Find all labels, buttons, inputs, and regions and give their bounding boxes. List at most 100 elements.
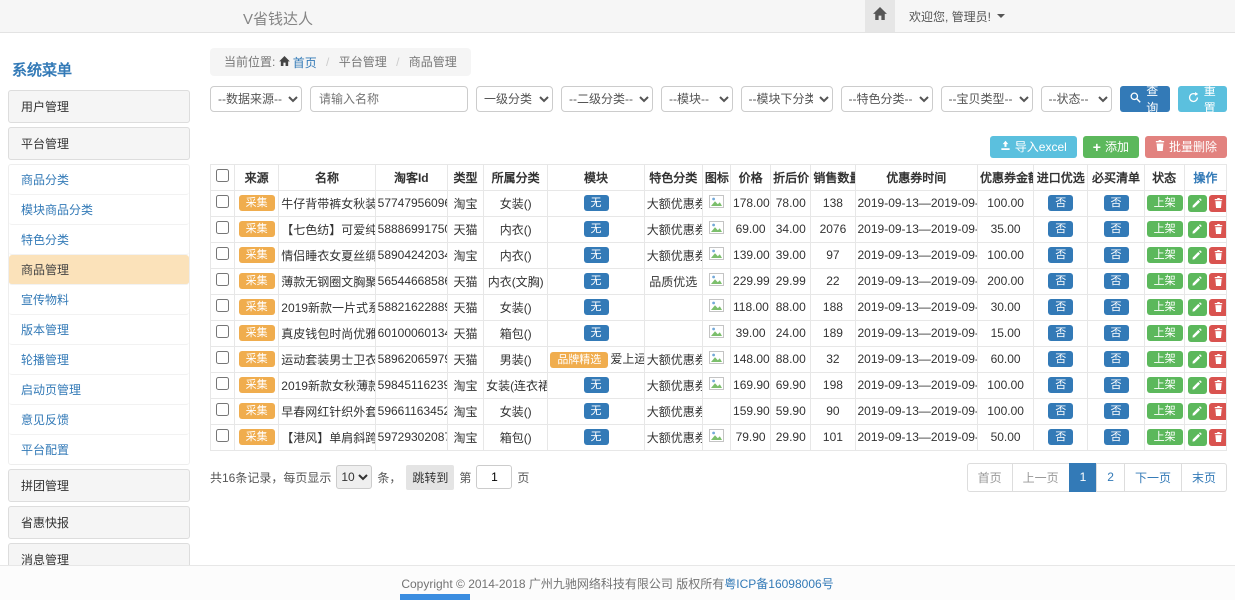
module-select[interactable]: --模块-- — [661, 86, 733, 112]
pager-button[interactable]: 1 — [1069, 463, 1098, 492]
sidebar-sub-item[interactable]: 平台配置 — [9, 435, 189, 464]
import-excel-button[interactable]: 导入excel — [990, 136, 1077, 158]
delete-button[interactable] — [1209, 273, 1227, 290]
must-buy-badge[interactable]: 否 — [1104, 351, 1129, 367]
must-buy-badge[interactable]: 否 — [1104, 403, 1129, 419]
status-badge[interactable]: 上架 — [1147, 351, 1183, 367]
sidebar-group-item[interactable]: 平台管理 — [8, 127, 190, 160]
row-checkbox[interactable] — [216, 299, 229, 312]
add-button[interactable]: + 添加 — [1083, 136, 1139, 158]
per-page-select[interactable]: 10 — [336, 465, 372, 489]
import-select-badge[interactable]: 否 — [1048, 325, 1073, 341]
import-select-badge[interactable]: 否 — [1048, 429, 1073, 445]
edit-button[interactable] — [1188, 429, 1207, 446]
must-buy-badge[interactable]: 否 — [1104, 299, 1129, 315]
edit-button[interactable] — [1188, 273, 1207, 290]
user-menu[interactable]: 欢迎您, 管理员! — [909, 8, 1005, 25]
search-button[interactable]: 查询 — [1120, 86, 1170, 112]
row-checkbox[interactable] — [216, 221, 229, 234]
edit-button[interactable] — [1188, 221, 1207, 238]
status-badge[interactable]: 上架 — [1147, 325, 1183, 341]
import-select-badge[interactable]: 否 — [1048, 273, 1073, 289]
sidebar-group-item[interactable]: 省惠快报 — [8, 506, 190, 539]
delete-button[interactable] — [1209, 247, 1227, 264]
sidebar-sub-item[interactable]: 宣传物料 — [9, 285, 189, 315]
row-checkbox[interactable] — [216, 325, 229, 338]
must-buy-badge[interactable]: 否 — [1104, 247, 1129, 263]
delete-button[interactable] — [1209, 325, 1227, 342]
pager-button[interactable]: 下一页 — [1124, 463, 1182, 492]
must-buy-badge[interactable]: 否 — [1104, 377, 1129, 393]
sidebar-sub-item[interactable]: 意见反馈 — [9, 405, 189, 435]
status-badge[interactable]: 上架 — [1147, 221, 1183, 237]
breadcrumb-home-link[interactable]: 首页 — [279, 54, 317, 71]
pager-button[interactable]: 末页 — [1181, 463, 1227, 492]
edit-button[interactable] — [1188, 351, 1207, 368]
status-badge[interactable]: 上架 — [1147, 299, 1183, 315]
name-input[interactable] — [310, 86, 468, 112]
row-checkbox[interactable] — [216, 273, 229, 286]
delete-button[interactable] — [1209, 195, 1227, 212]
secondary-category-select[interactable]: --二级分类-- — [561, 86, 653, 112]
sidebar-sub-item[interactable]: 启动页管理 — [9, 375, 189, 405]
status-badge[interactable]: 上架 — [1147, 429, 1183, 445]
delete-button[interactable] — [1209, 221, 1227, 238]
pager-button[interactable]: 2 — [1096, 463, 1125, 492]
delete-button[interactable] — [1209, 429, 1227, 446]
status-badge[interactable]: 上架 — [1147, 247, 1183, 263]
sidebar-group-item[interactable]: 拼团管理 — [8, 469, 190, 502]
status-badge[interactable]: 上架 — [1147, 273, 1183, 289]
import-select-badge[interactable]: 否 — [1048, 247, 1073, 263]
sidebar-sub-item-active[interactable]: 商品管理 — [9, 255, 189, 285]
edit-button[interactable] — [1188, 403, 1207, 420]
edit-button[interactable] — [1188, 325, 1207, 342]
sidebar-sub-item[interactable]: 模块商品分类 — [9, 195, 189, 225]
import-select-badge[interactable]: 否 — [1048, 403, 1073, 419]
must-buy-badge[interactable]: 否 — [1104, 195, 1129, 211]
delete-button[interactable] — [1209, 299, 1227, 316]
primary-category-select[interactable]: 一级分类 — [476, 86, 553, 112]
import-select-badge[interactable]: 否 — [1048, 351, 1073, 367]
row-checkbox[interactable] — [216, 351, 229, 364]
sidebar-sub-item[interactable]: 特色分类 — [9, 225, 189, 255]
page-number-input[interactable] — [476, 465, 512, 489]
data-source-select[interactable]: --数据来源-- — [210, 86, 302, 112]
delete-button[interactable] — [1209, 377, 1227, 394]
row-checkbox[interactable] — [216, 377, 229, 390]
delete-button[interactable] — [1209, 403, 1227, 420]
import-select-badge[interactable]: 否 — [1048, 299, 1073, 315]
sidebar-sub-item[interactable]: 版本管理 — [9, 315, 189, 345]
status-badge[interactable]: 上架 — [1147, 403, 1183, 419]
row-checkbox[interactable] — [216, 195, 229, 208]
must-buy-badge[interactable]: 否 — [1104, 273, 1129, 289]
status-select[interactable]: --状态-- — [1041, 86, 1113, 112]
icp-link[interactable]: 粤ICP备16098006号 — [724, 575, 833, 592]
import-select-badge[interactable]: 否 — [1048, 377, 1073, 393]
row-checkbox[interactable] — [216, 403, 229, 416]
item-type-select[interactable]: --宝贝类型-- — [941, 86, 1033, 112]
sidebar-sub-item[interactable]: 商品分类 — [9, 165, 189, 195]
edit-button[interactable] — [1188, 247, 1207, 264]
row-checkbox[interactable] — [216, 247, 229, 260]
must-buy-badge[interactable]: 否 — [1104, 429, 1129, 445]
sidebar-group-item[interactable]: 用户管理 — [8, 90, 190, 123]
import-select-badge[interactable]: 否 — [1048, 195, 1073, 211]
must-buy-badge[interactable]: 否 — [1104, 325, 1129, 341]
delete-button[interactable] — [1209, 351, 1227, 368]
status-badge[interactable]: 上架 — [1147, 195, 1183, 211]
select-all-checkbox[interactable] — [216, 169, 229, 182]
import-select-badge[interactable]: 否 — [1048, 221, 1073, 237]
sidebar-sub-item[interactable]: 轮播管理 — [9, 345, 189, 375]
edit-button[interactable] — [1188, 377, 1207, 394]
row-checkbox[interactable] — [216, 429, 229, 442]
reset-button[interactable]: 重置 — [1178, 86, 1228, 112]
module-subcategory-select[interactable]: --模块下分类-- — [741, 86, 833, 112]
feature-category-select[interactable]: --特色分类-- — [841, 86, 933, 112]
edit-button[interactable] — [1188, 195, 1207, 212]
edit-button[interactable] — [1188, 299, 1207, 316]
must-buy-badge[interactable]: 否 — [1104, 221, 1129, 237]
batch-delete-button[interactable]: 批量删除 — [1145, 136, 1227, 158]
jump-button[interactable]: 跳转到 — [406, 465, 454, 490]
status-badge[interactable]: 上架 — [1147, 377, 1183, 393]
home-button[interactable] — [865, 0, 895, 32]
